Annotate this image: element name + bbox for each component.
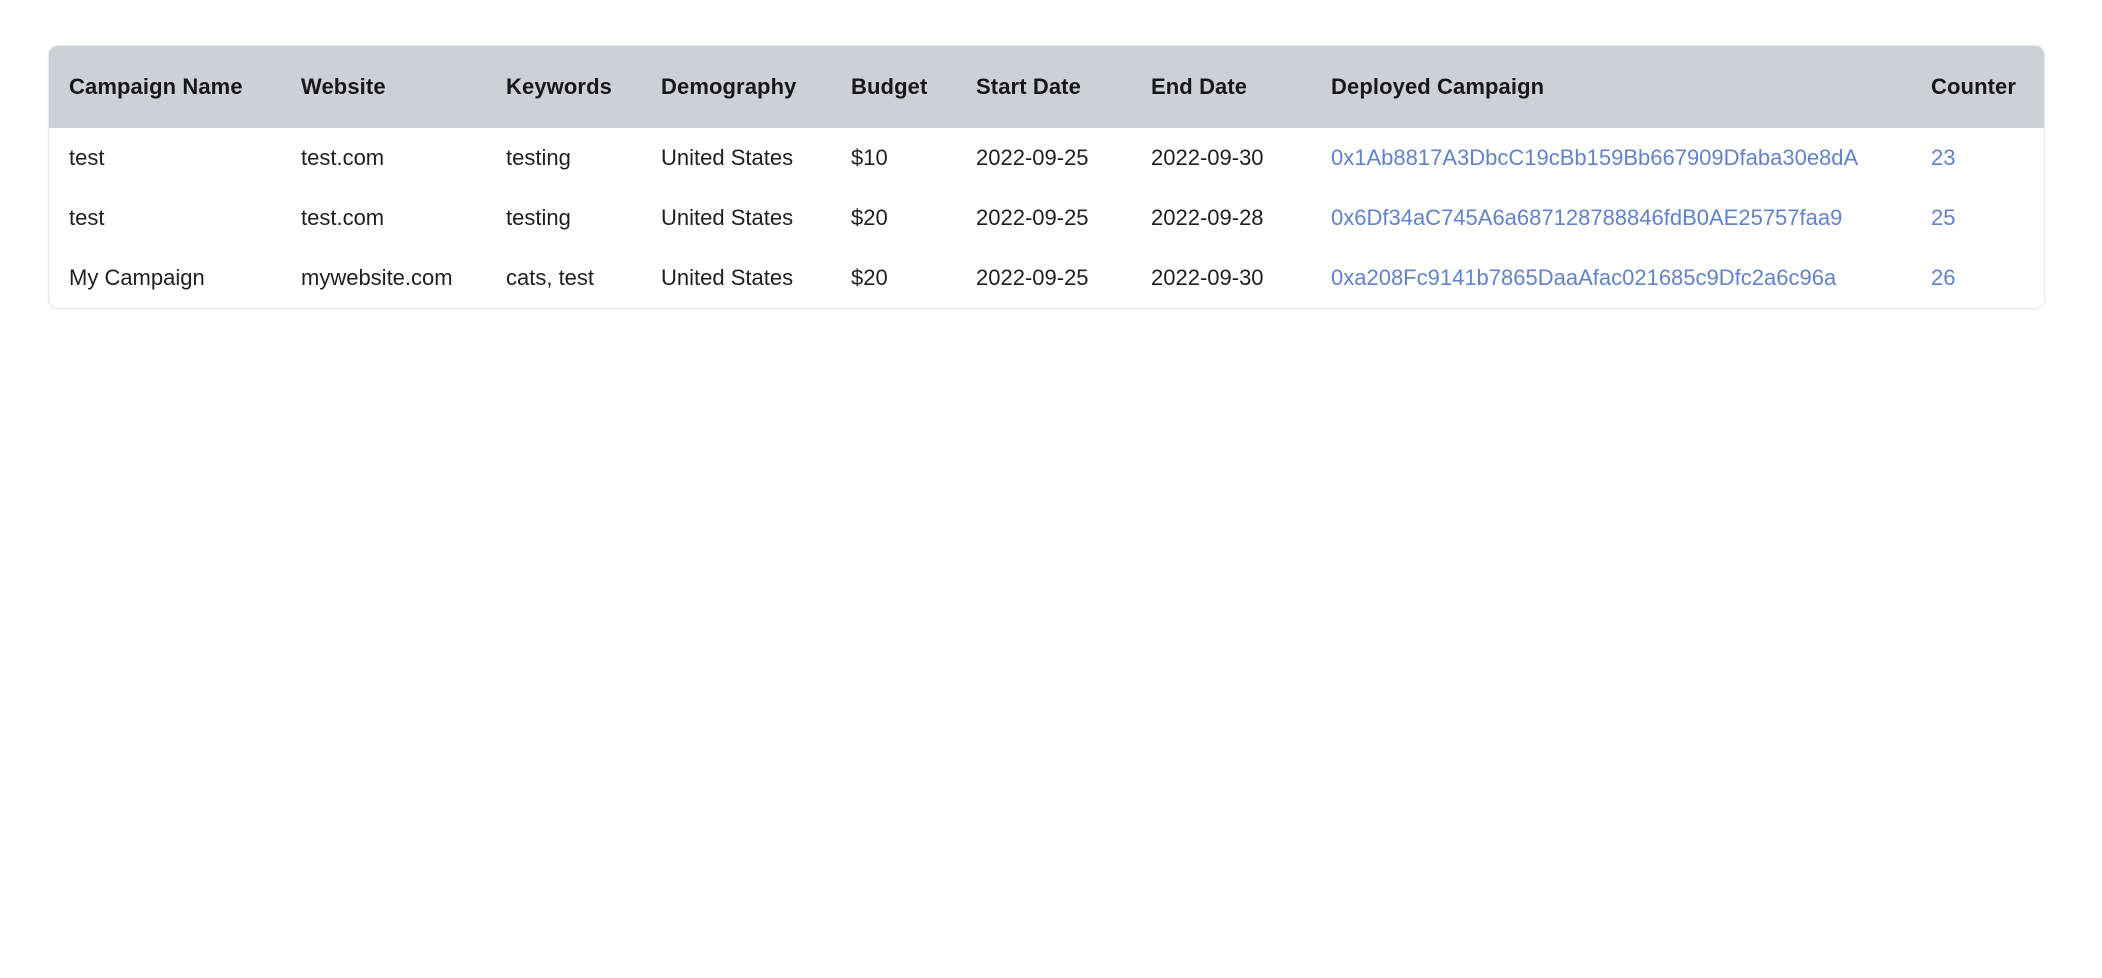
cell-budget: $10 — [851, 145, 888, 170]
column-header-counter: Counter — [1931, 74, 2017, 99]
column-header-budget: Budget — [851, 74, 928, 99]
cell-deployed-campaign: 0x6Df34aC745A6a687128788846fdB0AE25757fa… — [1331, 188, 1931, 248]
column-header-start-date: Start Date — [976, 74, 1081, 99]
cell-start-date: 2022-09-25 — [976, 145, 1089, 170]
cell-demography: United States — [661, 145, 794, 170]
counter-link[interactable]: 25 — [1931, 205, 1955, 230]
cell-budget: $20 — [851, 265, 888, 290]
column-header-keywords: Keywords — [506, 74, 612, 99]
counter-link[interactable]: 23 — [1931, 145, 1955, 170]
cell-start-date: 2022-09-25 — [976, 205, 1089, 230]
deployed-campaign-link[interactable]: 0x6Df34aC745A6a687128788846fdB0AE25757fa… — [1331, 205, 1842, 230]
cell-counter: 26 — [1931, 248, 2044, 308]
column-header-website: Website — [301, 74, 386, 99]
deployed-campaign-link[interactable]: 0x1Ab8817A3DbcC19cBb159Bb667909Dfaba30e8… — [1331, 145, 1858, 170]
campaigns-table: Campaign Name Website Keywords Demograph… — [49, 46, 2044, 308]
cell-website: test.com — [301, 205, 385, 230]
deployed-campaign-link[interactable]: 0xa208Fc9141b7865DaaAfac021685c9Dfc2a6c9… — [1331, 265, 1836, 290]
cell-campaign-name: My Campaign — [69, 265, 205, 290]
cell-end-date: 2022-09-30 — [1151, 145, 1264, 170]
cell-budget: $20 — [851, 205, 888, 230]
cell-campaign-name: test — [69, 205, 105, 230]
cell-deployed-campaign: 0xa208Fc9141b7865DaaAfac021685c9Dfc2a6c9… — [1331, 248, 1931, 308]
column-header-campaign-name: Campaign Name — [69, 74, 243, 99]
column-header-demography: Demography — [661, 74, 797, 99]
cell-keywords: cats, test — [506, 265, 595, 290]
cell-keywords: testing — [506, 145, 571, 170]
cell-end-date: 2022-09-28 — [1151, 205, 1264, 230]
column-header-end-date: End Date — [1151, 74, 1248, 99]
cell-start-date: 2022-09-25 — [976, 265, 1089, 290]
cell-deployed-campaign: 0x1Ab8817A3DbcC19cBb159Bb667909Dfaba30e8… — [1331, 128, 1931, 188]
table-row: test test.com testing United States $10 … — [49, 128, 2044, 188]
table-header: Campaign Name Website Keywords Demograph… — [49, 46, 2044, 128]
page-root: Campaign Name Website Keywords Demograph… — [0, 0, 2102, 978]
table-header-row: Campaign Name Website Keywords Demograph… — [49, 46, 2044, 128]
cell-campaign-name: test — [69, 145, 105, 170]
cell-counter: 23 — [1931, 128, 2044, 188]
table-row: test test.com testing United States $20 … — [49, 188, 2044, 248]
counter-link[interactable]: 26 — [1931, 265, 1955, 290]
table-body: test test.com testing United States $10 … — [49, 128, 2044, 308]
cell-demography: United States — [661, 205, 794, 230]
cell-demography: United States — [661, 265, 794, 290]
campaigns-table-card: Campaign Name Website Keywords Demograph… — [48, 45, 2045, 309]
table-row: My Campaign mywebsite.com cats, test Uni… — [49, 248, 2044, 308]
column-header-deployed-campaign: Deployed Campaign — [1331, 74, 1545, 99]
cell-counter: 25 — [1931, 188, 2044, 248]
cell-end-date: 2022-09-30 — [1151, 265, 1264, 290]
cell-website: mywebsite.com — [301, 265, 453, 290]
cell-keywords: testing — [506, 205, 571, 230]
cell-website: test.com — [301, 145, 385, 170]
